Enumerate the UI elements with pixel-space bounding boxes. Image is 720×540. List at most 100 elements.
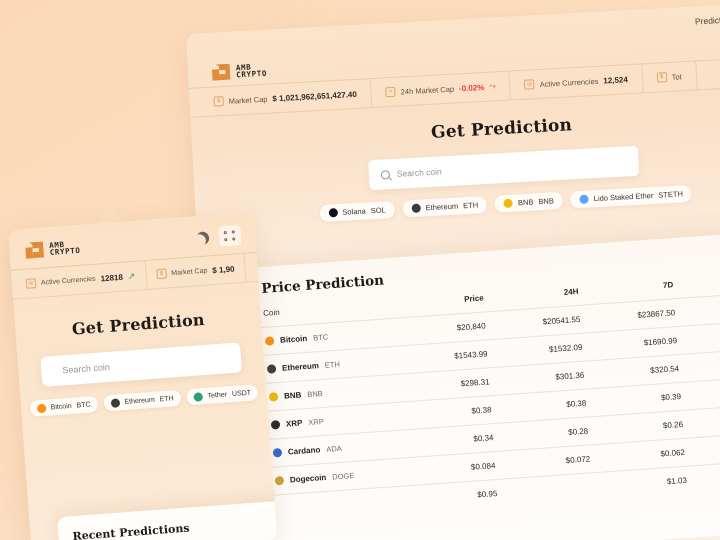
search-coin-input-mobile[interactable]: Search coin bbox=[40, 342, 243, 387]
amb-crypto-logo-mobile[interactable]: AMB CRYPTO bbox=[25, 239, 81, 259]
stat-label: 24h Market Cap bbox=[400, 84, 455, 96]
coin-symbol: DOGE bbox=[331, 470, 355, 482]
price-prediction-table: Coin Price 24H 7D 30D BitcoinBTC$20,840$… bbox=[249, 274, 720, 524]
coin-icon bbox=[272, 447, 283, 458]
stat-total-volume: $ Tot bbox=[641, 61, 698, 93]
coin-symbol: ADA bbox=[325, 443, 342, 454]
mobile-hero: Get Prediction Search coin Bitcoin BTC E… bbox=[13, 282, 267, 418]
stat-value: 12,524 bbox=[603, 74, 629, 85]
search-icon bbox=[380, 169, 391, 180]
ethereum-coin-icon bbox=[110, 397, 120, 408]
steth-coin-icon bbox=[579, 194, 590, 204]
stat-value: 12818 bbox=[100, 272, 124, 283]
coin-chip-symbol: SOL bbox=[370, 205, 386, 216]
desktop-coin-chip-list: Solana SOL Ethereum ETH BNB BNB Lido Sta… bbox=[196, 178, 720, 229]
coin-chip-ethereum[interactable]: Ethereum ETH bbox=[402, 195, 488, 218]
cell-30d: $0.47 bbox=[680, 375, 720, 411]
coin-chip-ethereum[interactable]: Ethereum ETH bbox=[102, 389, 182, 412]
coin-icon bbox=[274, 475, 285, 486]
coin-name: XRP bbox=[285, 418, 303, 429]
coin-chip-name: Tether bbox=[207, 390, 228, 400]
cell-7d: $1.03 bbox=[591, 466, 688, 501]
coin-name: Cardano bbox=[287, 445, 321, 457]
stat-value: -0.02% bbox=[458, 82, 485, 93]
coin-symbol: BNB bbox=[307, 388, 324, 400]
coin-chip-name: Ethereum bbox=[425, 201, 459, 213]
dollar-icon: $ bbox=[656, 72, 667, 83]
coin-chip-tether[interactable]: Tether USDT bbox=[186, 384, 259, 406]
coin-icon bbox=[268, 392, 279, 402]
stat-label: Market Cap bbox=[228, 94, 268, 106]
coin-chip-name: Bitcoin bbox=[50, 402, 72, 411]
stat-label: Tot bbox=[671, 71, 682, 82]
coin-chip-lido-staked-ether[interactable]: Lido Staked Ether STETH bbox=[570, 184, 693, 209]
desktop-preview-panel: Predictions Crypto AMB CRYPTO $ Market C… bbox=[186, 0, 720, 274]
search-coin-input[interactable]: Search coin bbox=[368, 145, 640, 191]
trend-up-icon: ↗ bbox=[127, 270, 136, 281]
bitcoin-coin-icon bbox=[36, 403, 46, 413]
recent-predictions-card: Recent Predictions 24hrs bbox=[57, 499, 278, 540]
coin-symbol: XRP bbox=[308, 416, 325, 428]
coin-chip-symbol: ETH bbox=[462, 200, 479, 211]
search-placeholder: Search coin bbox=[396, 166, 442, 179]
coins-icon: ◎ bbox=[25, 278, 37, 289]
coin-chip-symbol: ETH bbox=[159, 394, 174, 403]
logo-line-2: CRYPTO bbox=[49, 245, 81, 257]
mobile-header-actions bbox=[194, 224, 242, 248]
coin-chip-name: Ethereum bbox=[124, 396, 156, 406]
mobile-coin-chip-list: Bitcoin BTC Ethereum ETH Tether USDT bbox=[21, 384, 268, 418]
cell-30d: $32062.2 bbox=[674, 292, 720, 327]
chart-icon: ⌗ bbox=[385, 86, 396, 98]
stat-label: Active Currencies bbox=[40, 275, 96, 287]
solana-coin-icon bbox=[328, 208, 338, 218]
logo-line-2: CRYPTO bbox=[236, 68, 268, 80]
logo-arrow-icon bbox=[211, 64, 231, 81]
stat-value: $ 1,021,962,651,427.40 bbox=[272, 89, 358, 103]
cell-24h bbox=[496, 472, 594, 507]
cell-30d: $0.32 bbox=[681, 403, 720, 439]
dollar-icon: $ bbox=[213, 96, 224, 107]
coin-chip-solana[interactable]: Solana SOL bbox=[318, 200, 396, 223]
coin-chip-name: Lido Staked Ether bbox=[593, 190, 654, 204]
grid-menu-icon[interactable] bbox=[218, 224, 242, 247]
stat-value: $ 1,90 bbox=[212, 264, 235, 275]
coins-icon: ◎ bbox=[524, 79, 535, 90]
bnb-coin-icon bbox=[503, 198, 514, 209]
coin-chip-name: Solana bbox=[342, 206, 366, 217]
coin-name: Ethereum bbox=[281, 361, 320, 373]
coin-name: Bitcoin bbox=[279, 333, 308, 345]
coin-chip-symbol: STETH bbox=[658, 189, 684, 200]
recent-predictions-title: Recent Predictions bbox=[72, 521, 190, 540]
ethereum-coin-icon bbox=[411, 203, 421, 214]
mobile-preview-panel: AMB CRYPTO ◎ Active Currencies 12818 ↗ $… bbox=[8, 211, 278, 540]
coin-chip-name: BNB bbox=[517, 197, 534, 208]
stat-label: Market Cap bbox=[170, 267, 208, 277]
page-title: Get Prediction bbox=[71, 309, 206, 339]
coin-symbol: BTC bbox=[312, 332, 329, 343]
logo-arrow-icon bbox=[25, 241, 44, 259]
coin-symbol: ETH bbox=[324, 359, 341, 370]
moon-icon[interactable] bbox=[194, 229, 211, 246]
coin-chip-bnb[interactable]: BNB BNB bbox=[494, 191, 564, 213]
cell-30d: $0.00 bbox=[683, 431, 720, 467]
coin-chip-bitcoin[interactable]: Bitcoin BTC bbox=[29, 395, 99, 417]
stat-label: Active Currencies bbox=[539, 76, 599, 89]
coin-chip-symbol: BNB bbox=[538, 196, 555, 207]
coin-name: Dogecoin bbox=[289, 472, 327, 485]
logo-wordmark: AMB CRYPTO bbox=[49, 239, 81, 257]
cell-30d: $1989.23 bbox=[676, 320, 720, 355]
coin-chip-symbol: BTC bbox=[76, 400, 91, 409]
coin-icon bbox=[266, 364, 277, 374]
dollar-icon: $ bbox=[155, 268, 167, 280]
logo-wordmark: AMB CRYPTO bbox=[236, 62, 268, 80]
cell-30d: $368.38 bbox=[678, 347, 720, 383]
coin-name: BNB bbox=[283, 390, 302, 401]
nav-item-predictions[interactable]: Predictions bbox=[695, 14, 720, 26]
price-prediction-panel: Price Prediction Coin Price 24H 7D 30D B… bbox=[246, 231, 720, 540]
trend-down-icon: ⤳ bbox=[489, 81, 496, 91]
tether-coin-icon bbox=[193, 391, 203, 402]
coin-chip-symbol: USDT bbox=[231, 389, 252, 398]
search-placeholder: Search coin bbox=[62, 361, 111, 376]
coin-icon bbox=[270, 420, 281, 430]
coin-icon bbox=[264, 336, 275, 346]
